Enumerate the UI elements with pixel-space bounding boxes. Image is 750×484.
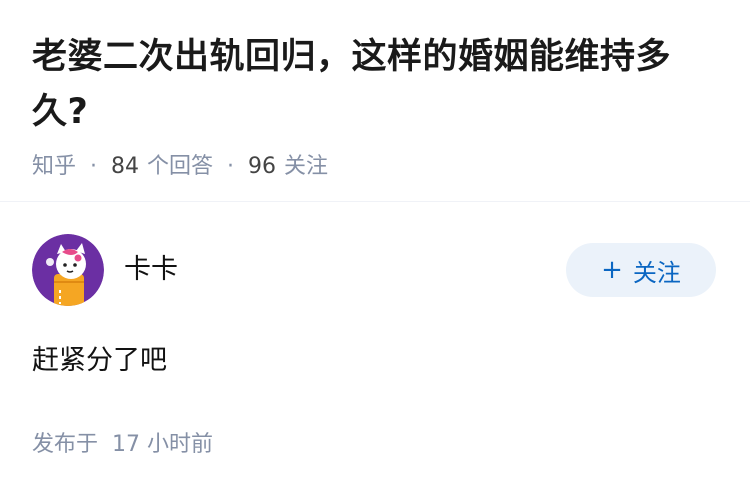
meta-separator: · [227,154,235,179]
page: 老婆二次出轨回归，这样的婚姻能维持多久? 知乎 · 84 个回答 · 96 关注 [0,0,750,484]
follow-button[interactable]: + 关注 [566,243,716,297]
answer-card: 卡卡 + 关注 赶紧分了吧 发布于 17 小时前 [32,234,718,458]
cartoon-character-avatar-icon [32,234,104,306]
followers-label: 关注 [284,154,329,179]
avatar[interactable] [32,234,104,306]
question-meta: 知乎 · 84 个回答 · 96 关注 [32,152,712,182]
question-title[interactable]: 老婆二次出轨回归，这样的婚姻能维持多久? [32,30,712,140]
time-prefix: 发布于 [32,432,99,457]
answer-time: 发布于 17 小时前 [32,426,718,458]
time-value: 17 小时前 [112,432,214,457]
answers-label: 个回答 [147,154,214,179]
plus-icon: + [601,255,623,285]
question-header: 老婆二次出轨回归，这样的婚姻能维持多久? 知乎 · 84 个回答 · 96 关注 [32,30,712,182]
answers-count: 84 [111,154,140,179]
followers-count: 96 [248,154,277,179]
source-label: 知乎 [32,154,77,179]
meta-separator: · [90,154,98,179]
follow-label: 关注 [632,258,681,287]
answer-content[interactable]: 赶紧分了吧 [32,341,718,381]
author-name[interactable]: 卡卡 [124,247,566,286]
divider [0,201,750,202]
author-row: 卡卡 + 关注 [32,234,718,306]
